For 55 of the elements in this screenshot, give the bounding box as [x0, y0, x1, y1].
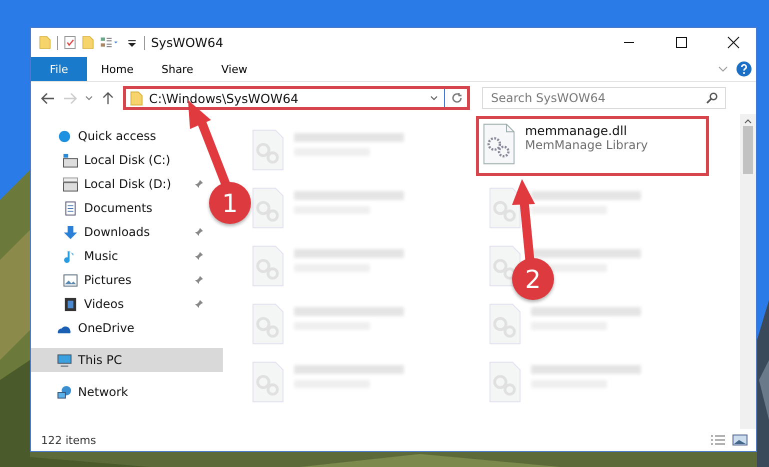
pin-icon[interactable] [194, 275, 204, 285]
ribbon-tab[interactable]: View [207, 57, 262, 81]
sidebar-item[interactable]: This PC [31, 348, 223, 372]
sidebar-icon [57, 352, 72, 368]
sidebar-icon [63, 200, 78, 216]
address-bar[interactable]: C:\Windows\SysWOW64 [123, 86, 470, 110]
pin-icon[interactable] [194, 299, 204, 309]
help-icon[interactable] [736, 61, 752, 77]
sidebar-item[interactable]: OneDrive [31, 316, 223, 340]
file-tab[interactable]: File [31, 57, 87, 81]
refresh-icon[interactable] [451, 92, 463, 104]
properties-icon[interactable] [64, 35, 76, 50]
sidebar-icon [63, 224, 78, 240]
sidebar-icon [63, 296, 78, 312]
file-type: MemManage Library [525, 138, 648, 152]
sidebar-icon [57, 384, 72, 400]
address-path: C:\Windows\SysWOW64 [149, 90, 298, 106]
sidebar-item[interactable]: Music [31, 244, 208, 268]
ribbon-tab[interactable]: Share [147, 57, 208, 81]
sidebar-item[interactable]: Pictures [31, 268, 208, 292]
blurred-file-icon[interactable] [489, 187, 521, 229]
view-icon[interactable] [100, 35, 120, 50]
sidebar-icon [63, 152, 78, 168]
search-icon[interactable] [706, 92, 718, 104]
ribbon-tab[interactable]: Home [87, 57, 148, 81]
chevron-icon[interactable] [85, 95, 93, 101]
sidebar-item[interactable]: Quick access [31, 124, 223, 148]
back-arrow-icon[interactable] [41, 92, 55, 104]
pin-icon[interactable] [194, 179, 204, 189]
large-icons-view-icon[interactable] [732, 434, 748, 446]
pin-icon[interactable] [194, 227, 204, 237]
pin-icon[interactable] [194, 251, 204, 261]
up-arrow-icon[interactable] [101, 92, 115, 104]
window-title: SysWOW64 [151, 35, 224, 50]
file-name[interactable]: memmanage.dll [525, 123, 648, 138]
chevron-icon[interactable] [430, 95, 438, 101]
sidebar-icon [63, 272, 78, 288]
sidebar-item[interactable]: Documents [31, 196, 208, 220]
details-view-icon[interactable] [710, 434, 726, 446]
scrollbar[interactable] [740, 114, 756, 429]
sidebar-item[interactable]: Local Disk (C:) [31, 148, 208, 172]
sidebar-icon [63, 176, 78, 192]
item-count: 122 items [41, 434, 96, 446]
scrollbar-thumb[interactable] [743, 126, 753, 174]
folder-icon [130, 90, 143, 106]
scroll-up-icon[interactable] [744, 119, 752, 124]
sidebar-icon [57, 128, 72, 144]
dll-file-icon[interactable] [483, 123, 515, 165]
sidebar-item[interactable]: Local Disk (D:) [31, 172, 208, 196]
new-folder-icon[interactable] [82, 35, 94, 50]
folder-icon[interactable] [39, 35, 51, 50]
sidebar-item[interactable]: Downloads [31, 220, 208, 244]
sidebar-item[interactable]: Videos [31, 292, 208, 316]
search-field[interactable]: Search SysWOW64 [482, 87, 726, 109]
sidebar-item[interactable]: Network [31, 380, 223, 404]
